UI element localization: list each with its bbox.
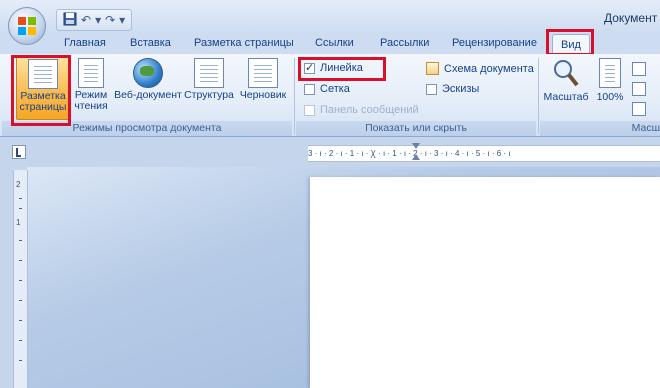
web-layout-icon: [133, 58, 163, 88]
customize-qat-icon[interactable]: ▾: [119, 13, 125, 27]
reading-mode-label-2: чтения: [74, 100, 108, 112]
draft-icon: [248, 58, 278, 88]
reading-mode-icon: [78, 58, 104, 88]
tab-selector-icon[interactable]: [12, 145, 26, 159]
page-100-icon: [599, 58, 621, 88]
full-screen-reading-button[interactable]: Режим чтения: [70, 56, 112, 112]
ruler-scale: 3 · ı · 2 · ı · 1 · ı · Ꭓ · ı · 1 · ı · …: [308, 149, 511, 158]
draft-label: Черновик: [239, 89, 287, 101]
gridlines-label: Сетка: [320, 83, 350, 95]
save-icon[interactable]: [63, 12, 77, 29]
outline-icon: [194, 58, 224, 88]
highlight-box-ruler: [298, 57, 386, 81]
message-bar-label: Панель сообщений: [320, 104, 419, 116]
outline-label: Структура: [184, 89, 234, 101]
vruler-number: 1: [16, 218, 21, 227]
document-map-label: Схема документа: [444, 62, 534, 75]
group-separator: [294, 58, 295, 134]
tab-review[interactable]: Рецензирование: [452, 37, 537, 49]
message-bar-checkbox: Панель сообщений: [304, 104, 419, 116]
office-logo-icon: [18, 17, 36, 35]
document-map-icon: [426, 62, 439, 75]
ruler-tick: [19, 198, 22, 199]
highlight-box-print-layout: [11, 55, 71, 126]
ruler-tick: [19, 260, 22, 261]
draft-button[interactable]: Черновик: [236, 56, 290, 101]
tab-references[interactable]: Ссылки: [315, 37, 354, 49]
quick-access-toolbar: ↶ ▾ ↷ ▾: [56, 9, 133, 31]
tab-insert[interactable]: Вставка: [130, 37, 171, 49]
vertical-ruler[interactable]: 2 1: [13, 170, 28, 388]
magnifier-icon: [551, 58, 581, 88]
zoom-group-label: Масш: [540, 121, 660, 136]
checkbox-icon: [304, 83, 315, 95]
vruler-number: 2: [16, 180, 21, 189]
zoom-button[interactable]: Масштаб: [542, 56, 590, 103]
horizontal-ruler[interactable]: 3 · ı · 2 · ı · 1 · ı · Ꭓ · ı · 1 · ı · …: [308, 145, 660, 162]
window-title: Документ: [604, 11, 658, 25]
group-separator: [538, 58, 539, 134]
outline-button[interactable]: Структура: [183, 56, 235, 101]
web-layout-button[interactable]: Веб-документ: [112, 56, 184, 101]
dropdown-icon[interactable]: ▾: [95, 13, 101, 27]
document-map-checkbox[interactable]: Схема документа: [426, 62, 534, 75]
zoom-100-label: 100%: [596, 91, 624, 103]
zoom-100-button[interactable]: 100%: [594, 56, 626, 103]
ruler-tick: [19, 360, 22, 361]
zoom-label: Масштаб: [543, 91, 589, 103]
one-page-icon[interactable]: [632, 62, 646, 76]
thumbnails-checkbox[interactable]: Эскизы: [426, 83, 479, 95]
document-page[interactable]: [310, 177, 660, 388]
web-layout-label: Веб-документ: [114, 89, 182, 101]
tab-page-layout[interactable]: Разметка страницы: [194, 37, 294, 49]
hanging-indent-marker[interactable]: [412, 154, 420, 160]
thumbnails-label: Эскизы: [442, 83, 480, 95]
document-area: 3 · ı · 2 · ı · 1 · ı · Ꭓ · ı · 1 · ı · …: [0, 137, 660, 388]
gridlines-checkbox[interactable]: Сетка: [304, 83, 350, 95]
ruler-tick: [19, 340, 22, 341]
tab-mailings[interactable]: Рассылки: [380, 37, 429, 49]
ruler-tick: [19, 300, 22, 301]
ruler-tick: [19, 208, 22, 209]
redo-icon[interactable]: ↷: [105, 13, 115, 27]
office-button[interactable]: [8, 7, 46, 45]
show-hide-group-label: Показать или скрыть: [296, 121, 536, 136]
undo-icon[interactable]: ↶: [81, 13, 91, 27]
page-width-icon[interactable]: [632, 102, 646, 116]
checkbox-icon: [304, 104, 315, 116]
ruler-tick: [19, 240, 22, 241]
ruler-tick: [19, 280, 22, 281]
tab-home[interactable]: Главная: [64, 37, 106, 49]
ruler-tick: [19, 320, 22, 321]
checkbox-icon: [426, 83, 437, 95]
two-pages-icon[interactable]: [632, 82, 646, 96]
first-line-indent-marker[interactable]: [412, 143, 420, 149]
highlight-box-view-tab: [546, 29, 594, 56]
